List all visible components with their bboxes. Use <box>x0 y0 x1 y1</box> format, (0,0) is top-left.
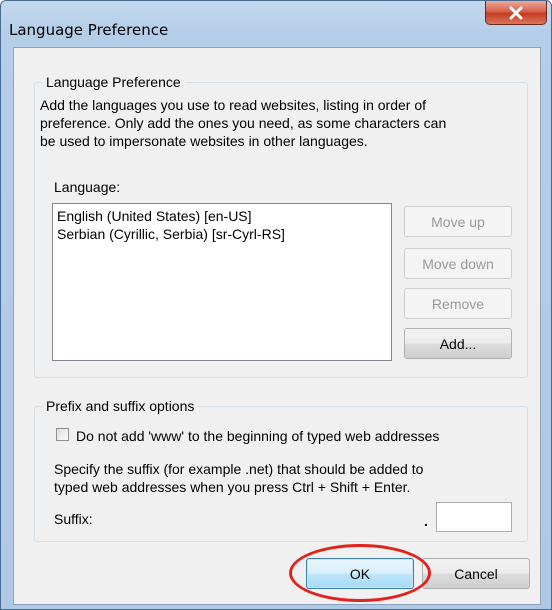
move-down-button[interactable]: Move down <box>404 248 512 279</box>
suffix-dot: . <box>424 513 428 529</box>
language-description: Add the languages you use to read websit… <box>40 96 526 150</box>
language-listbox[interactable]: English (United States) [en-US] Serbian … <box>52 203 392 361</box>
suffix-input[interactable] <box>436 502 512 532</box>
language-description-line: preference. Only add the ones you need, … <box>40 115 447 131</box>
language-list-item[interactable]: English (United States) [en-US] <box>57 207 387 225</box>
window-title: Language Preference <box>9 21 169 39</box>
language-label: Language: <box>54 179 121 195</box>
add-button[interactable]: Add... <box>404 328 512 359</box>
ok-button[interactable]: OK <box>306 558 414 589</box>
remove-button[interactable]: Remove <box>404 288 512 319</box>
language-list-item[interactable]: Serbian (Cyrillic, Serbia) [sr-Cyrl-RS] <box>57 225 387 243</box>
suffix-description-line: Specify the suffix (for example .net) th… <box>54 461 424 477</box>
close-button[interactable] <box>485 1 547 25</box>
no-www-checkbox[interactable] <box>56 428 69 441</box>
move-up-button[interactable]: Move up <box>404 206 512 237</box>
suffix-label: Suffix: <box>54 511 93 527</box>
cancel-button[interactable]: Cancel <box>422 558 530 589</box>
suffix-description-line: typed web addresses when you press Ctrl … <box>54 479 411 495</box>
no-www-checkbox-label[interactable]: Do not add 'www' to the beginning of typ… <box>76 427 439 445</box>
language-description-line: be used to impersonate websites in other… <box>40 133 368 149</box>
language-preference-legend: Language Preference <box>42 74 185 90</box>
language-description-line: Add the languages you use to read websit… <box>40 97 427 113</box>
prefix-suffix-legend: Prefix and suffix options <box>42 398 199 414</box>
close-icon <box>509 6 523 19</box>
suffix-description: Specify the suffix (for example .net) th… <box>54 460 524 496</box>
